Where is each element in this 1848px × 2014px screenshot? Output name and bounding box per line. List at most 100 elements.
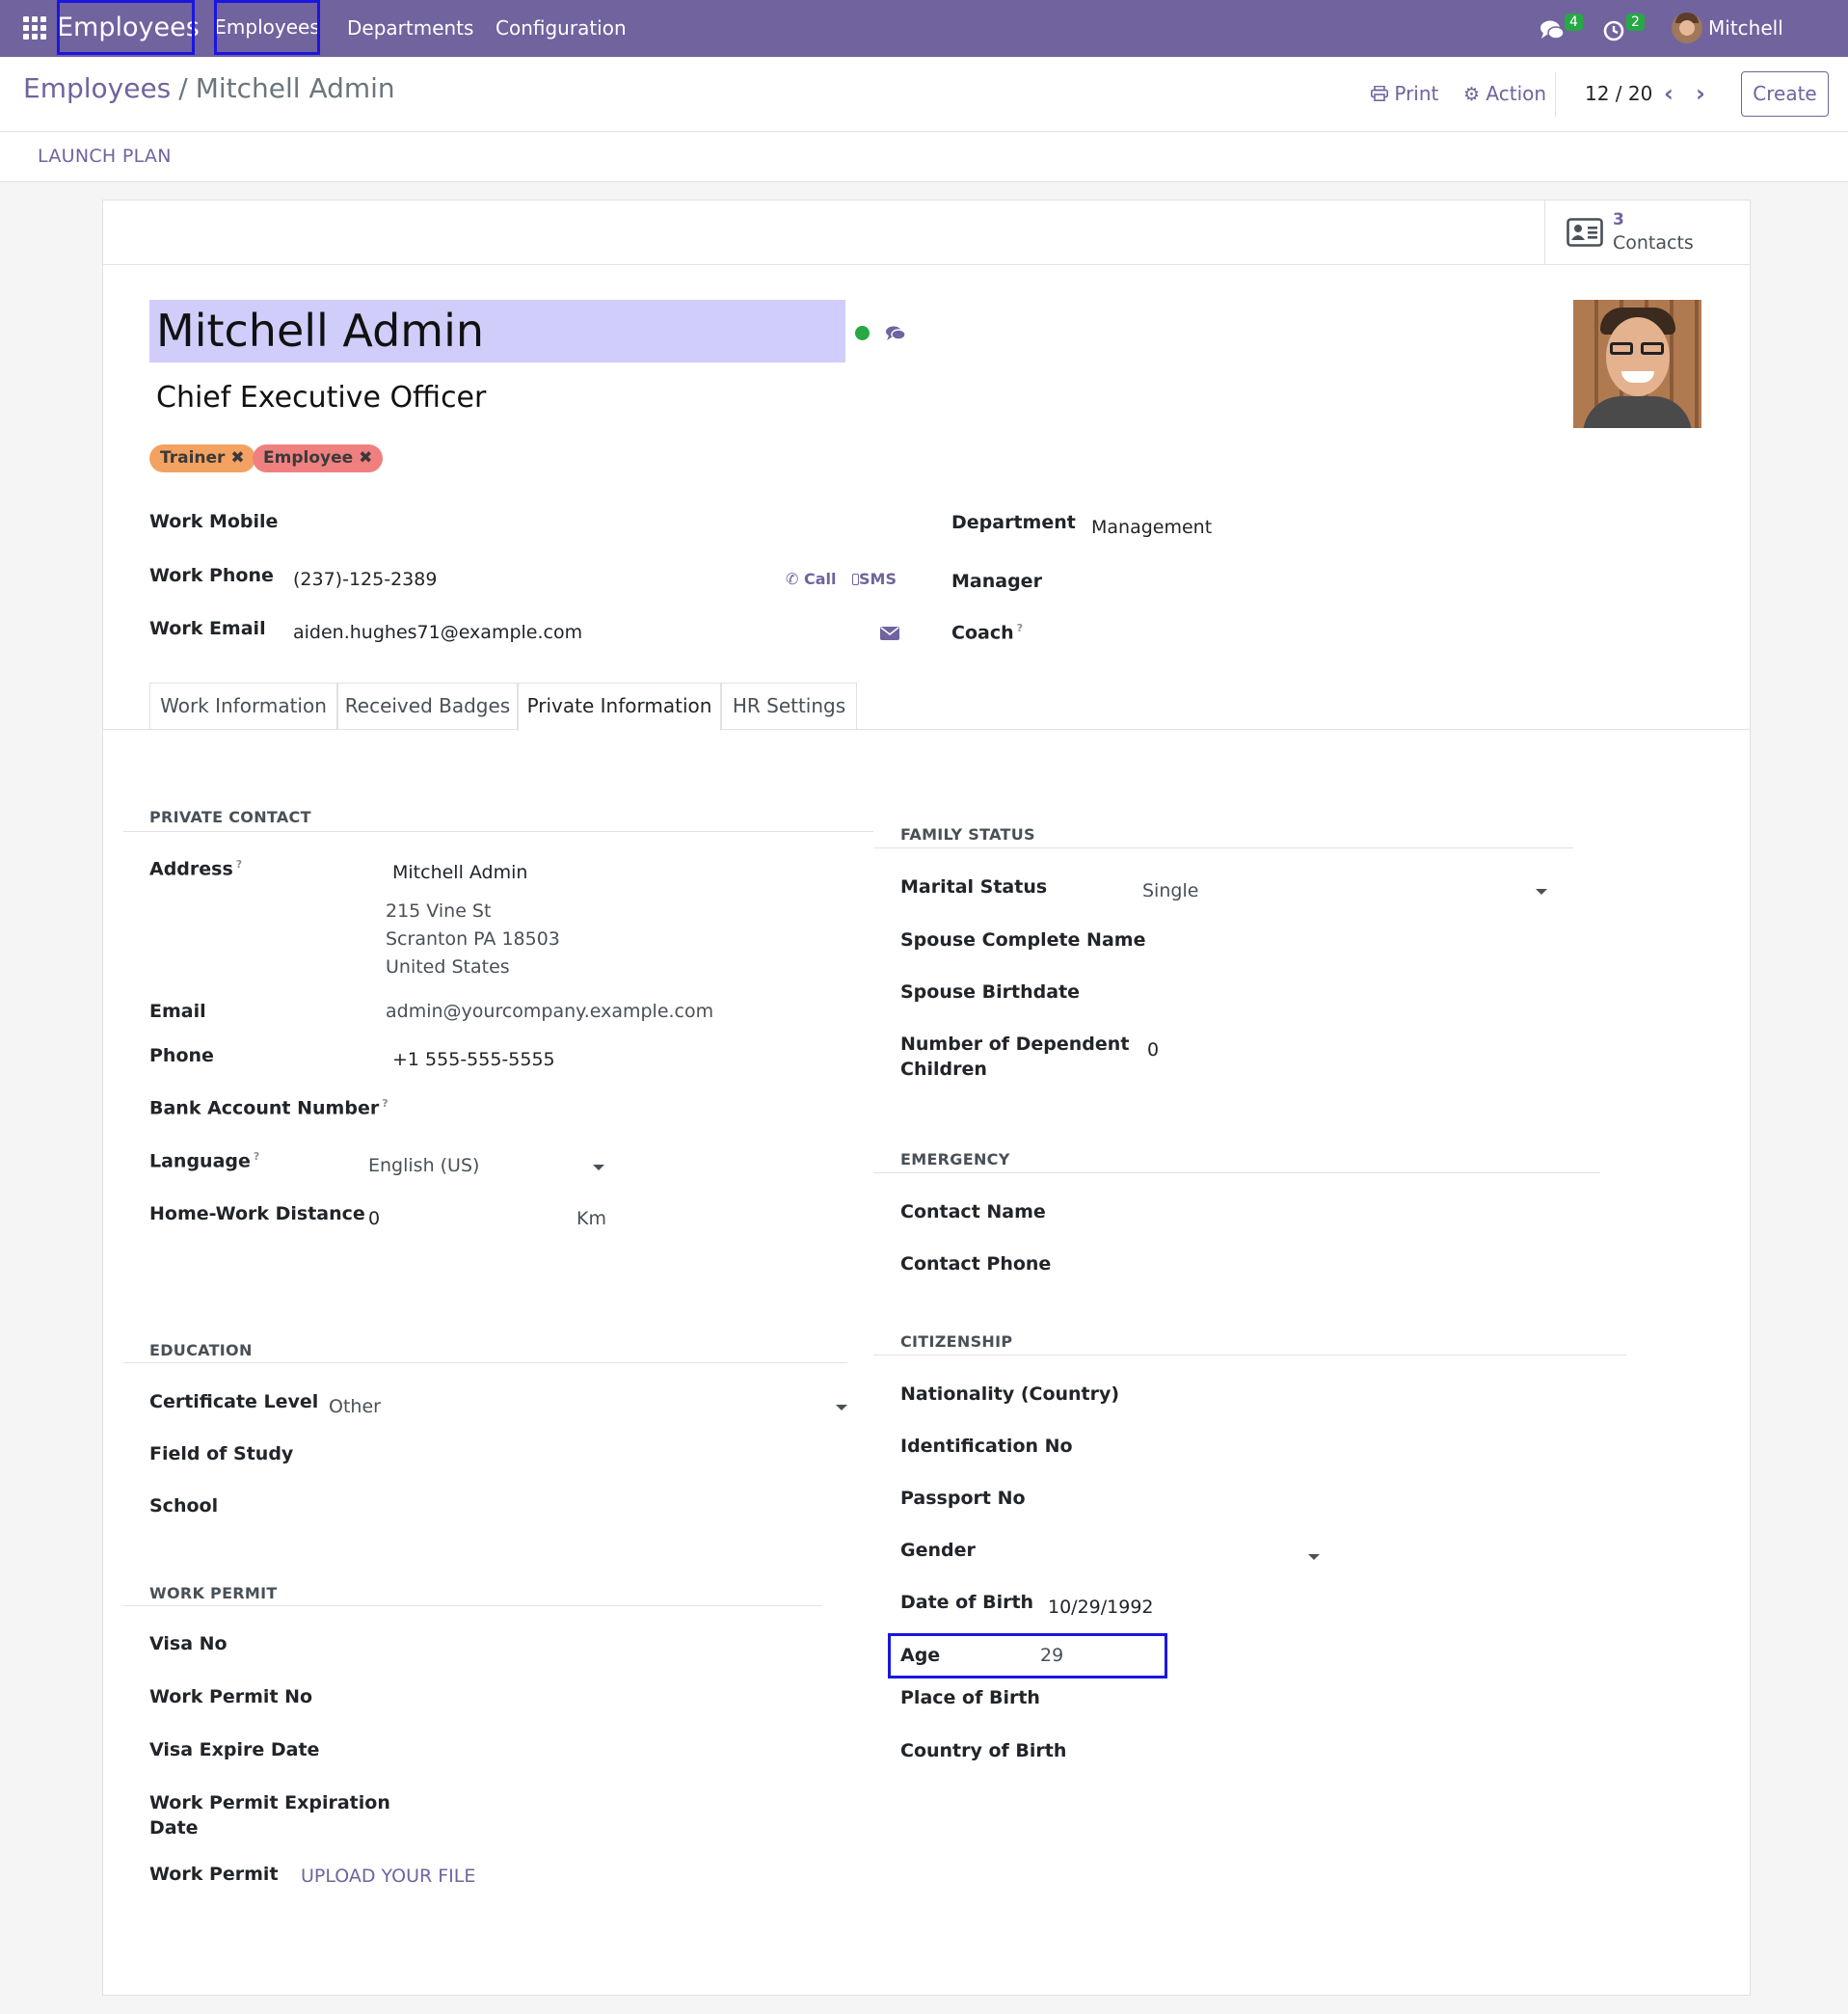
dependent-children-label: Number of Dependent Children [900,1034,1130,1080]
breadcrumb-parent[interactable]: Employees [23,72,171,104]
tab-received-badges[interactable]: Received Badges [337,683,518,729]
coach-label: Coach? [951,622,1023,644]
section-rule [873,1355,1626,1356]
status-bar: LAUNCH PLAN [0,132,1848,182]
employee-name: Mitchell Admin [156,305,485,357]
private-email-label: Email [149,1001,206,1022]
home-work-distance-input[interactable]: 0 [368,1208,380,1229]
marital-status-select[interactable]: Single [1142,880,1198,901]
department-label: Department [951,512,1076,533]
work-phone-input[interactable]: (237)-125-2389 [293,569,437,590]
chevron-down-icon[interactable] [1308,1554,1320,1560]
section-rule [123,1605,821,1606]
bank-account-input[interactable] [386,1093,848,1124]
marital-status-label: Marital Status [900,876,1048,898]
bank-account-label: Bank Account Number? [149,1097,388,1119]
date-of-birth-label: Date of Birth [900,1592,1034,1613]
spouse-birthdate-label: Spouse Birthdate [900,981,1081,1003]
work-phone-label: Work Phone [149,565,274,586]
work-permit-label: Work Permit [149,1864,279,1885]
pager-value[interactable]: 12 / 20 [1585,82,1652,105]
chevron-down-icon[interactable] [593,1165,604,1170]
messages-button[interactable]: 4 [1540,13,1583,42]
country-of-birth-label: Country of Birth [900,1740,1067,1761]
home-work-distance-label: Home-Work Distance [149,1203,365,1224]
menu-employees[interactable]: Employees [214,0,320,55]
section-rule [123,831,873,832]
private-email-value: admin@yourcompany.example.com [386,1001,714,1022]
address-label: Address? [149,858,243,880]
menu-configuration[interactable]: Configuration [495,0,627,57]
tab-private-information[interactable]: Private Information [518,683,721,731]
remove-tag-icon[interactable]: ✖ [359,448,372,468]
address-name[interactable]: Mitchell Admin [392,862,527,883]
visa-expire-date-label: Visa Expire Date [149,1739,320,1760]
contact-phone-label: Contact Phone [900,1253,1052,1275]
call-button[interactable]: ✆ Call [786,570,837,588]
clock-icon [1603,20,1624,41]
language-select[interactable]: English (US) [368,1155,479,1176]
manager-label: Manager [951,571,1042,592]
print-button[interactable]: Print [1371,82,1438,105]
work-mobile-label: Work Mobile [149,511,279,532]
activities-count: 2 [1626,13,1645,31]
department-input[interactable]: Management [1091,517,1212,538]
tag-trainer[interactable]: Trainer ✖ [149,444,255,472]
employee-photo[interactable] [1573,300,1701,428]
field-of-study-label: Field of Study [149,1443,294,1464]
create-button[interactable]: Create [1741,71,1829,117]
chat-bubble-icon[interactable] [885,325,906,342]
call-label: Call [803,570,837,588]
launch-plan-button[interactable]: LAUNCH PLAN [38,146,172,167]
section-citizenship: CITIZENSHIP [900,1332,1013,1351]
work-email-label: Work Email [149,618,266,639]
app-switcher-icon[interactable] [23,16,46,40]
certificate-level-select[interactable]: Other [329,1396,381,1417]
action-button[interactable]: ⚙ Action [1463,82,1546,105]
app-name[interactable]: Employees [57,0,200,55]
section-family-status: FAMILY STATUS [900,825,1035,844]
work-email-input[interactable]: aiden.hughes71@example.com [293,622,582,643]
age-label: Age [900,1645,941,1666]
contacts-smart-button[interactable]: 3 Contacts [1544,201,1750,265]
chevron-down-icon[interactable] [836,1405,847,1410]
section-private-contact: PRIVATE CONTACT [149,808,311,826]
tab-work-information[interactable]: Work Information [149,683,337,729]
tab-rule [721,729,1750,730]
activities-button[interactable]: 2 [1603,13,1646,42]
sms-label: SMS [859,570,897,588]
section-work-permit: WORK PERMIT [149,1584,278,1602]
address-line: Scranton PA 18503 [386,928,560,950]
upload-file-button[interactable]: UPLOAD YOUR FILE [301,1866,475,1887]
sms-button[interactable]: SMS [852,570,897,588]
tag-employee[interactable]: Employee ✖ [253,444,384,472]
language-label: Language? [149,1150,260,1172]
chevron-down-icon[interactable] [1536,889,1547,895]
nationality-label: Nationality (Country) [900,1383,1120,1405]
pager-next-icon[interactable]: › [1696,80,1705,107]
tab-hr-settings[interactable]: HR Settings [721,683,857,729]
visa-no-label: Visa No [149,1633,228,1654]
smart-button-box: 3 Contacts [103,201,1750,265]
age-value: 29 [1040,1645,1064,1666]
date-of-birth-input[interactable]: 10/29/1992 [1048,1597,1154,1618]
private-phone-value[interactable]: +1 555-555-5555 [392,1049,555,1070]
user-avatar[interactable] [1672,13,1702,43]
job-title[interactable]: Chief Executive Officer [156,381,486,415]
work-permit-expiration-label: Work Permit Expiration Date [149,1792,390,1839]
contacts-count: 3 [1613,210,1624,229]
identification-no-label: Identification No [900,1436,1073,1457]
address-card-icon [1567,218,1603,247]
tag-label: Employee [263,448,354,468]
remove-tag-icon[interactable]: ✖ [230,448,244,468]
envelope-icon[interactable] [880,627,899,640]
certificate-level-label: Certificate Level [149,1391,319,1412]
breadcrumb: Employees / Mitchell Admin [23,72,395,104]
contact-name-label: Contact Name [900,1201,1046,1222]
menu-departments[interactable]: Departments [347,0,473,57]
chat-icon [1540,20,1565,40]
gear-icon: ⚙ [1463,84,1481,105]
dependent-children-input[interactable]: 0 [1147,1039,1159,1061]
presence-status-icon [855,326,870,340]
pager-previous-icon[interactable]: ‹ [1664,80,1674,107]
